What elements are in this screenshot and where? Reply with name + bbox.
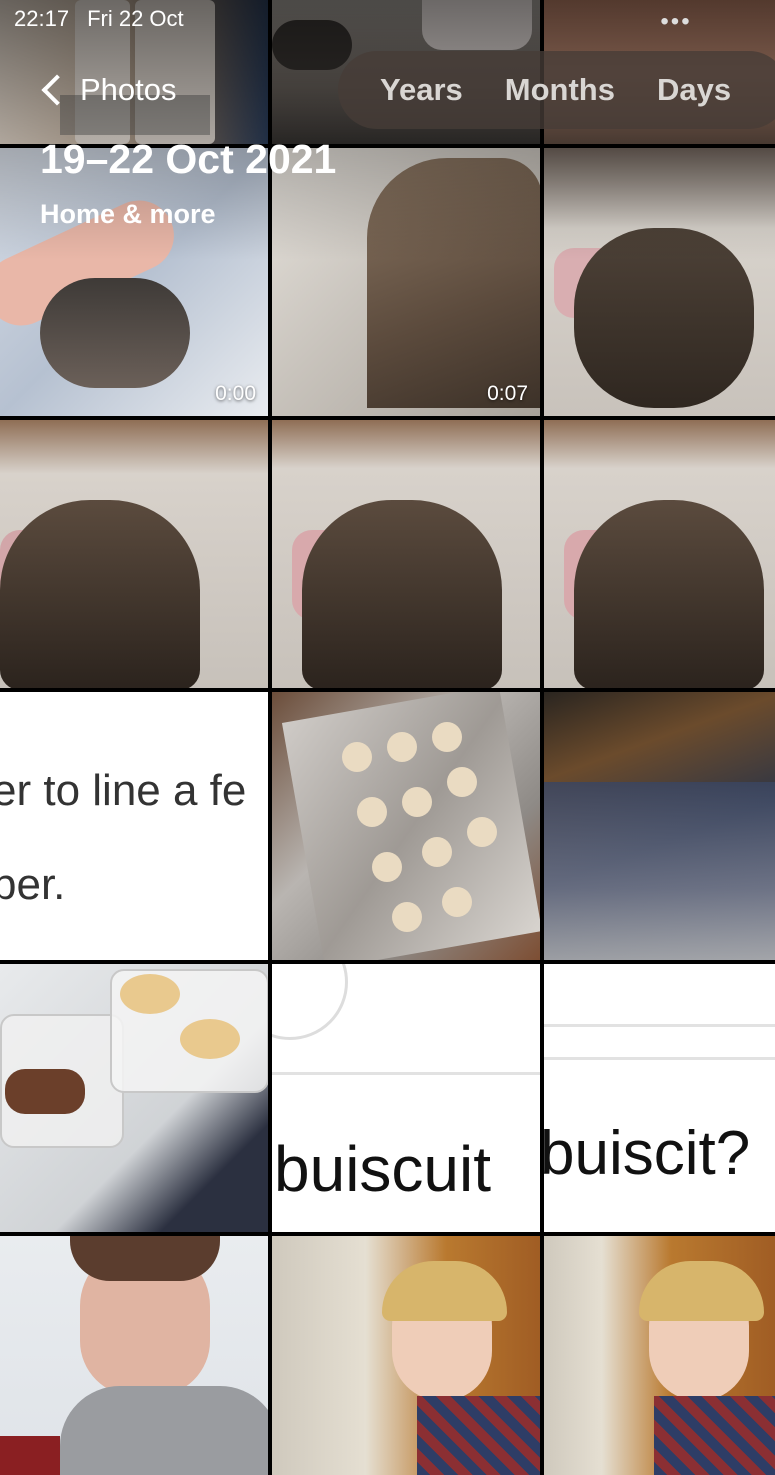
chevron-left-icon bbox=[41, 74, 73, 106]
photo-tile[interactable] bbox=[272, 692, 540, 960]
cat-shape bbox=[574, 500, 764, 688]
back-label: Photos bbox=[80, 72, 177, 107]
biscuit-shape bbox=[372, 852, 402, 882]
cat-shape bbox=[0, 500, 200, 688]
status-time: 22:17 bbox=[14, 6, 70, 31]
screenshot-text: er to line a fe bbox=[0, 766, 247, 815]
hair-shape bbox=[70, 1236, 220, 1281]
page-title: 19–22 Oct 2021 bbox=[40, 136, 337, 182]
oven-glass bbox=[544, 782, 775, 960]
page-subtitle: Home & more bbox=[40, 199, 216, 229]
divider-line bbox=[544, 1024, 775, 1027]
biscuit-shape bbox=[120, 974, 180, 1014]
biscuit-shape bbox=[442, 887, 472, 917]
status-bar: 22:17 Fri 22 Oct bbox=[14, 6, 202, 32]
biscuit-shape bbox=[342, 742, 372, 772]
biscuit-shape bbox=[467, 817, 497, 847]
screenshot-tile[interactable]: buiscit? bbox=[544, 964, 775, 1232]
photo-tile[interactable] bbox=[544, 1236, 775, 1475]
divider-line bbox=[272, 1072, 540, 1075]
video-duration: 0:07 bbox=[487, 382, 528, 405]
cushion-shape bbox=[422, 0, 532, 50]
photo-tile[interactable] bbox=[0, 420, 268, 688]
segment-days[interactable]: Days bbox=[657, 72, 731, 108]
chocolate-shape bbox=[5, 1069, 85, 1114]
screenshot-text: buiscuit bbox=[274, 1133, 491, 1205]
screenshot-tile[interactable]: buiscuit bbox=[272, 964, 540, 1232]
screenshot-text: buiscit? bbox=[544, 1119, 751, 1188]
skateboard-shape bbox=[272, 20, 352, 70]
segment-months[interactable]: Months bbox=[505, 72, 615, 108]
photo-tile[interactable] bbox=[0, 964, 268, 1232]
cat-shape bbox=[40, 278, 190, 388]
video-duration: 0:00 bbox=[215, 382, 256, 405]
video-tile[interactable]: 0:07 bbox=[272, 148, 540, 416]
screenshot-tile[interactable]: er to line a fe per. bbox=[0, 692, 268, 960]
biscuit-shape bbox=[402, 787, 432, 817]
photo-tile[interactable] bbox=[544, 420, 775, 688]
photo-tile[interactable] bbox=[272, 420, 540, 688]
photo-tile[interactable] bbox=[272, 1236, 540, 1475]
photo-tile[interactable] bbox=[544, 148, 775, 416]
photo-tile[interactable] bbox=[0, 1236, 268, 1475]
status-date: Fri 22 Oct bbox=[87, 6, 184, 31]
back-button[interactable]: Photos bbox=[40, 72, 177, 108]
video-tile[interactable]: 0:00 bbox=[0, 148, 268, 416]
cat-shape bbox=[302, 500, 502, 688]
cat-shape bbox=[574, 228, 754, 408]
hair-shape bbox=[382, 1261, 507, 1321]
screenshot-text: per. bbox=[0, 860, 66, 909]
photo-tile[interactable] bbox=[544, 692, 775, 960]
shirt-shape bbox=[60, 1386, 268, 1475]
hair-shape bbox=[639, 1261, 764, 1321]
biscuit-shape bbox=[432, 722, 462, 752]
biscuit-shape bbox=[447, 767, 477, 797]
segment-years[interactable]: Years bbox=[380, 72, 463, 108]
biscuit-shape bbox=[422, 837, 452, 867]
view-segmented-control: Years Months Days bbox=[338, 51, 775, 129]
biscuit-shape bbox=[180, 1019, 240, 1059]
biscuit-shape bbox=[357, 797, 387, 827]
divider-line bbox=[544, 1057, 775, 1060]
chair-shape bbox=[0, 1436, 60, 1475]
shirt-shape bbox=[654, 1396, 775, 1475]
shirt-shape bbox=[417, 1396, 540, 1475]
biscuit-shape bbox=[392, 902, 422, 932]
ellipsis-icon[interactable]: ••• bbox=[646, 8, 706, 40]
circle-outline bbox=[272, 964, 348, 1040]
biscuit-shape bbox=[387, 732, 417, 762]
cat-shape bbox=[367, 158, 540, 408]
